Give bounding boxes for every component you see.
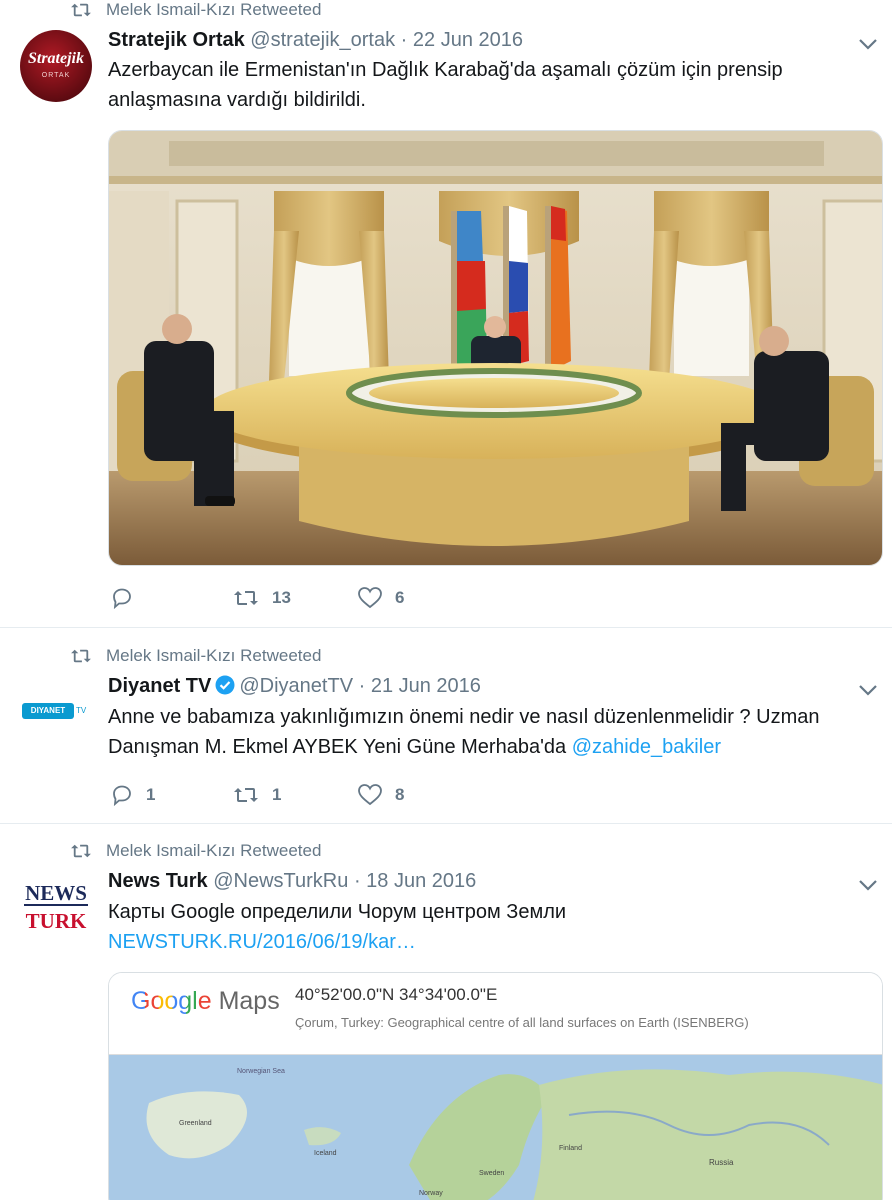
- tweet[interactable]: Melek Ismail-Kızı Retweeted NEWS TURK Ne…: [0, 825, 892, 1200]
- user-name[interactable]: Stratejik Ortak: [108, 29, 245, 51]
- retweet-context: Melek Ismail-Kızı Retweeted: [70, 646, 321, 666]
- maps-wordmark: Maps: [218, 987, 280, 1015]
- user-handle[interactable]: @DiyanetTV: [239, 675, 353, 697]
- mention-link[interactable]: @zahide_bakiler: [572, 736, 721, 758]
- reply-icon: [113, 588, 131, 610]
- tweet-text: Azerbaycan ile Ermenistan'ın Dağlık Kara…: [108, 59, 783, 111]
- svg-text:Sweden: Sweden: [479, 1170, 504, 1177]
- map-header: Google Maps 40°52'00.0"N 34°34'00.0"E Ço…: [109, 973, 882, 1055]
- chevron-down-icon[interactable]: [858, 684, 878, 696]
- verified-badge-icon: [215, 675, 235, 695]
- tweet-text: Anne ve babamıza yakınlığımızın önemi ne…: [108, 702, 878, 762]
- avatar[interactable]: Stratejik ORTAK: [20, 30, 92, 102]
- tweet-actions: 13 6: [110, 586, 404, 610]
- chevron-down-icon[interactable]: [858, 879, 878, 891]
- tweet-actions: 1 1 8: [110, 783, 404, 807]
- avatar-logo-text: Stratejik: [27, 50, 84, 67]
- like-button[interactable]: 6: [357, 586, 404, 610]
- svg-text:Russia: Russia: [709, 1158, 734, 1167]
- tweet-text-body: Карты Google определили Чорум центром Зе…: [108, 901, 567, 923]
- tweet[interactable]: Melek Ismail-Kızı Retweeted Stratejik OR…: [0, 0, 892, 628]
- tweet-photo[interactable]: [108, 130, 883, 566]
- avatar-logo-text: DIYANET: [22, 703, 74, 719]
- svg-text:Norway: Norway: [419, 1190, 443, 1197]
- tweet-date[interactable]: 22 Jun 2016: [413, 29, 523, 51]
- tweet-date[interactable]: 21 Jun 2016: [371, 675, 481, 697]
- retweet-context: Melek Ismail-Kızı Retweeted: [70, 841, 321, 861]
- user-name[interactable]: News Turk: [108, 870, 208, 892]
- avatar-logo-turk: TURK: [25, 909, 87, 933]
- tweet-header: Stratejik Ortak @stratejik_ortak · 22 Ju…: [108, 29, 523, 52]
- avatar-logo-sub: ORTAK: [41, 72, 71, 79]
- like-button[interactable]: 8: [357, 783, 404, 807]
- heart-icon: [358, 784, 382, 806]
- svg-text:Norwegian Sea: Norwegian Sea: [237, 1068, 285, 1075]
- retweet-context: Melek Ismail-Kızı Retweeted: [70, 0, 321, 20]
- avatar-logo-sub: TV: [76, 706, 87, 715]
- tweet-date[interactable]: 18 Jun 2016: [366, 870, 476, 892]
- svg-text:Greenland: Greenland: [179, 1120, 212, 1127]
- map-coordinates: 40°52'00.0"N 34°34'00.0"E: [295, 985, 498, 1004]
- tweet-text: Карты Google определили Чорум центром Зе…: [108, 897, 878, 957]
- retweet-count: 13: [272, 588, 291, 607]
- tweet-header: News Turk @NewsTurkRu · 18 Jun 2016: [108, 870, 476, 893]
- reply-icon: [113, 785, 131, 807]
- user-handle[interactable]: @NewsTurkRu: [213, 870, 348, 892]
- avatar[interactable]: NEWS TURK: [20, 870, 92, 942]
- retweet-icon: [234, 591, 258, 605]
- reply-count: 1: [146, 785, 156, 804]
- svg-text:Finland: Finland: [559, 1145, 582, 1152]
- google-wordmark: Google: [131, 987, 212, 1015]
- chevron-down-icon[interactable]: [858, 38, 878, 50]
- retweet-icon: [234, 788, 258, 802]
- separator: ·: [400, 29, 408, 51]
- map-subtitle: Çorum, Turkey: Geographical centre of al…: [295, 1015, 749, 1030]
- like-count: 6: [395, 588, 405, 607]
- retweet-count: 1: [272, 785, 282, 804]
- avatar[interactable]: DIYANET TV: [20, 676, 92, 748]
- google-maps-logo: Google Maps: [131, 987, 280, 1016]
- user-handle[interactable]: @stratejik_ortak: [250, 29, 395, 51]
- reply-button[interactable]: 1: [110, 783, 232, 807]
- like-count: 8: [395, 785, 405, 804]
- separator: ·: [353, 870, 361, 892]
- meeting-photo: [109, 131, 882, 565]
- avatar-logo-news: NEWS: [25, 881, 87, 905]
- retweet-button[interactable]: 13: [232, 587, 357, 609]
- map-image: Norwegian Sea Greenland Iceland Finland …: [109, 1055, 882, 1200]
- user-name[interactable]: Diyanet TV: [108, 675, 211, 697]
- retweet-icon: [71, 844, 91, 858]
- heart-icon: [358, 587, 382, 609]
- retweet-label[interactable]: Melek Ismail-Kızı Retweeted: [106, 841, 321, 861]
- retweet-icon: [71, 3, 91, 17]
- tweet-header: Diyanet TV @DiyanetTV · 21 Jun 2016: [108, 675, 481, 698]
- retweet-label[interactable]: Melek Ismail-Kızı Retweeted: [106, 646, 321, 666]
- svg-text:Iceland: Iceland: [314, 1150, 337, 1157]
- tweet[interactable]: Melek Ismail-Kızı Retweeted DIYANET TV D…: [0, 629, 892, 824]
- reply-button[interactable]: [110, 586, 232, 610]
- retweet-button[interactable]: 1: [232, 784, 357, 806]
- retweet-label[interactable]: Melek Ismail-Kızı Retweeted: [106, 0, 321, 20]
- retweet-icon: [71, 649, 91, 663]
- link-card-image[interactable]: Google Maps 40°52'00.0"N 34°34'00.0"E Ço…: [108, 972, 883, 1200]
- article-link[interactable]: NEWSTURK.RU/2016/06/19/kar…: [108, 927, 878, 957]
- separator: ·: [358, 675, 366, 697]
